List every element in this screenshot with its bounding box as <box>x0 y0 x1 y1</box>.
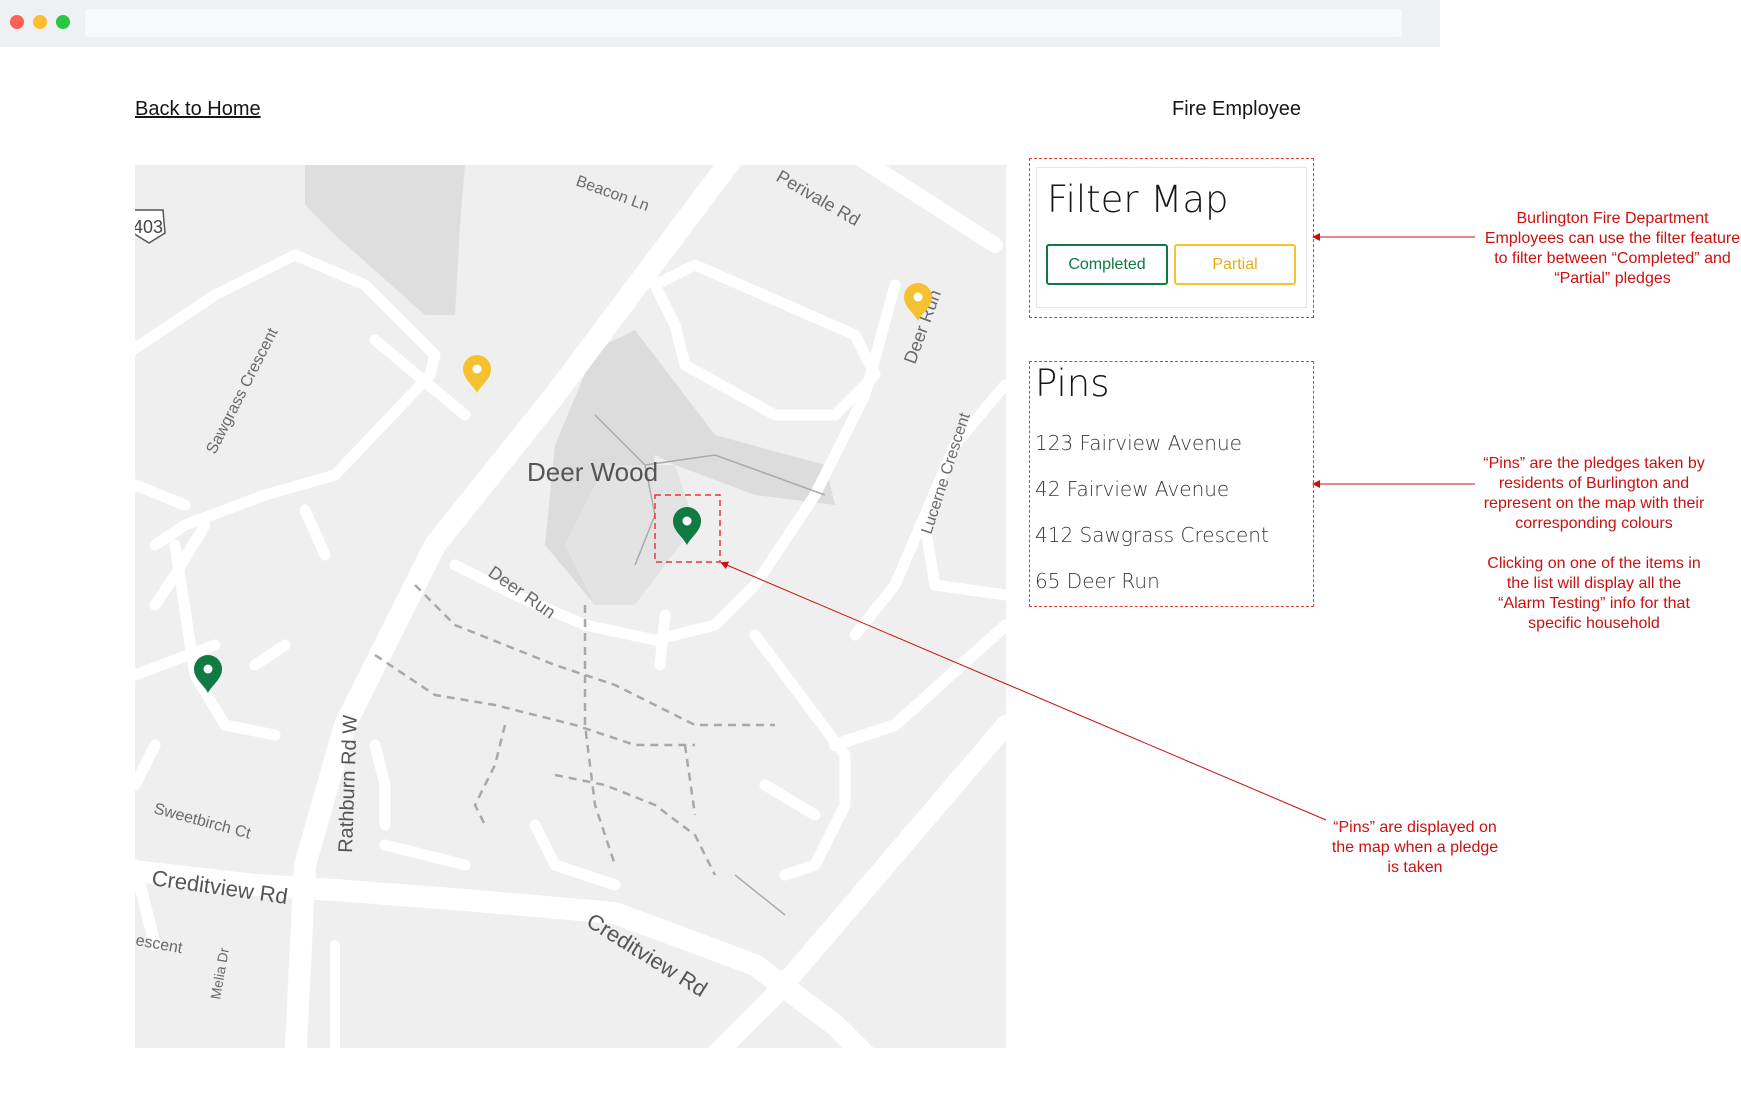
note-line: corresponding colours <box>1515 515 1673 532</box>
close-window-button[interactable] <box>10 15 24 29</box>
minimize-window-button[interactable] <box>33 15 47 29</box>
note-line: Clicking on one of the items in <box>1487 555 1701 572</box>
filter-map-title: Filter Map <box>1047 178 1229 221</box>
pins-annotation: “Pins” are the pledges taken by resident… <box>1466 454 1722 534</box>
pin-list-item[interactable]: 412 Sawgrass Crescent <box>1035 523 1269 547</box>
pin-list-item[interactable]: 42 Fairview Avenue <box>1035 477 1229 501</box>
note-line: is taken <box>1387 859 1443 876</box>
note-line: “Pins” are displayed on <box>1333 819 1497 836</box>
browser-toolbar <box>0 0 1440 47</box>
note-line: to filter between “Completed” and <box>1494 250 1731 267</box>
partial-filter-button[interactable]: Partial <box>1174 244 1296 285</box>
note-line: “Pins” are the pledges taken by <box>1483 455 1705 472</box>
note-line: “Partial” pledges <box>1554 270 1671 287</box>
note-line: the map when a pledge <box>1331 839 1499 856</box>
map-view[interactable]: 403 Beacon Ln Perivale Rd Sawgrass Cresc… <box>135 165 1006 1048</box>
filter-annotation: Burlington Fire Department Employees can… <box>1480 209 1741 289</box>
note-line: the list will display all the <box>1506 575 1682 592</box>
pin-list-item[interactable]: 123 Fairview Avenue <box>1035 431 1242 455</box>
note-line: represent on the map with their <box>1483 495 1705 512</box>
click-annotation: Clicking on one of the items in the list… <box>1466 554 1722 634</box>
pin-list-item[interactable]: 65 Deer Run <box>1035 569 1160 593</box>
deer-wood-label: Deer Wood <box>527 457 658 487</box>
note-line: “Alarm Testing” info for that <box>1498 595 1690 612</box>
address-bar[interactable] <box>85 9 1402 37</box>
map-canvas[interactable]: 403 Beacon Ln Perivale Rd Sawgrass Cresc… <box>135 165 1006 1048</box>
completed-filter-button[interactable]: Completed <box>1046 244 1168 285</box>
map-pins-annotation: “Pins” are displayed on the map when a p… <box>1320 818 1510 878</box>
pins-title: Pins <box>1035 362 1110 405</box>
note-line: residents of Burlington and <box>1498 475 1690 492</box>
deer-run-stub <box>654 609 671 671</box>
note-line: Burlington Fire Department <box>1516 210 1709 227</box>
note-line: Employees can use the filter feature <box>1484 230 1741 247</box>
maximize-window-button[interactable] <box>56 15 70 29</box>
back-to-home-link[interactable]: Back to Home <box>135 98 261 121</box>
note-line: specific household <box>1528 615 1660 632</box>
highway-number: 403 <box>135 217 163 237</box>
user-role-label: Fire Employee <box>1172 98 1301 120</box>
